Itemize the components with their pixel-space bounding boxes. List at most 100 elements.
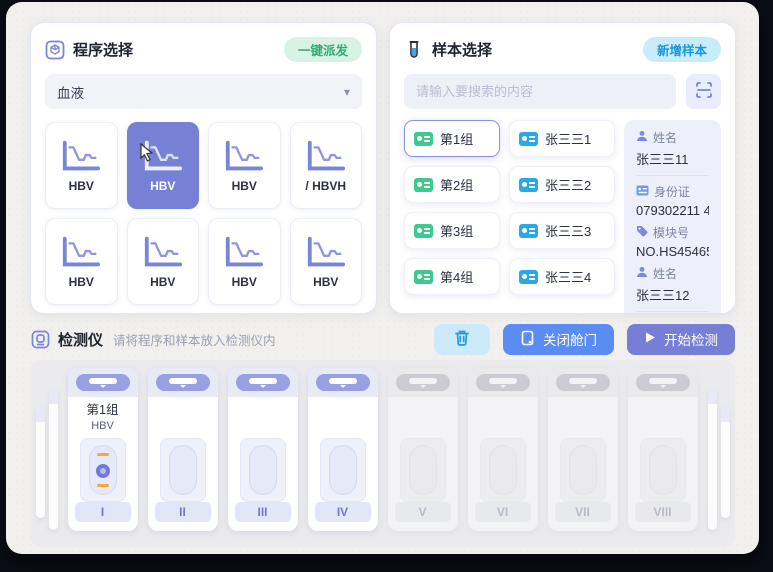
slot-body: III (228, 397, 298, 531)
test-tube-icon (404, 40, 424, 60)
slot-numeral: I (74, 502, 131, 522)
slot-drawer[interactable] (467, 368, 538, 397)
program-card[interactable]: / HBVH (289, 122, 362, 209)
start-detect-button[interactable]: 开始检测 (627, 323, 735, 355)
sample-item-group[interactable]: 第3组 (404, 212, 500, 249)
thermal-profile-icon (307, 140, 345, 171)
program-card[interactable]: HBV (126, 218, 199, 305)
slot-body: V (388, 397, 458, 531)
slot-drawer[interactable] (67, 368, 138, 397)
sample-item-person[interactable]: 张三三4 (509, 258, 615, 295)
person-icon (636, 130, 648, 145)
program-label: HBV (313, 275, 339, 289)
sample-item-group[interactable]: 第1组 (404, 120, 500, 157)
scan-button[interactable] (686, 74, 721, 109)
search-input[interactable] (404, 74, 676, 109)
slot-drawer[interactable] (627, 368, 698, 397)
search-row (404, 74, 721, 109)
person-icon (636, 266, 648, 281)
detector-slot[interactable]: II (147, 368, 218, 531)
program-card[interactable]: HBV (126, 122, 199, 209)
detail-field-label-row: 模块号 (636, 224, 709, 241)
sample-panel-header: 样本选择 新增样本 (404, 37, 721, 62)
detector-slot[interactable]: IV (307, 368, 378, 531)
slot-group-label: 第1组 (86, 403, 119, 417)
drawer-handle-icon (75, 374, 130, 391)
clear-button[interactable] (434, 323, 490, 355)
vial-icon (408, 445, 437, 495)
id-card-icon (414, 131, 433, 146)
category-select-value: 血液 (57, 85, 84, 101)
sample-item-label: 张三三4 (545, 270, 592, 285)
scan-icon (695, 81, 713, 102)
program-card[interactable]: HBV (289, 218, 362, 305)
sample-item-person[interactable]: 张三三2 (509, 166, 615, 203)
screen: 程序选择 一键派发 血液 ▾ HBV HBV HBV / HBVH HBV HB… (0, 0, 773, 572)
slot-drawer[interactable] (387, 368, 458, 397)
drawer-handle-icon (475, 374, 530, 391)
program-label: HBV (231, 275, 257, 289)
sample-item-person[interactable]: 张三三1 (509, 120, 615, 157)
close-door-button[interactable]: 关闭舱门 (503, 323, 614, 355)
detector-header: 检测仪 请将程序和样本放入检测仪内 关闭舱门 开始检测 (30, 322, 735, 356)
stacked-slot-edge (720, 406, 730, 518)
slot-drawer[interactable] (227, 368, 298, 397)
detector-slot: V (387, 368, 458, 531)
detector-slot[interactable]: 第1组 HBV I (67, 368, 138, 531)
id-card-icon (414, 269, 433, 284)
slot-drawer[interactable] (547, 368, 618, 397)
sample-item-person[interactable]: 张三三3 (509, 212, 615, 249)
cartridge-bay (239, 438, 286, 502)
person-list: 张三三1 张三三2 张三三3 张三三4 (509, 120, 615, 313)
thermal-profile-icon (63, 140, 101, 171)
sample-item-group[interactable]: 第2组 (404, 166, 500, 203)
sample-item-group[interactable]: 第4组 (404, 258, 500, 295)
sample-item-label: 第1组 (440, 132, 474, 147)
cube-icon (45, 40, 65, 60)
vial-icon (88, 445, 117, 495)
divider (636, 311, 709, 312)
cartridge-bay (639, 438, 686, 502)
program-label: / HBVH (305, 179, 347, 193)
detail-field: 姓名 张三三11 (636, 129, 709, 168)
close-door-label: 关闭舱门 (543, 333, 597, 348)
sample-detail-card: 姓名 张三三11 身份证 079302211 4223444222 模块号 NO… (624, 120, 721, 313)
cartridge-bay (559, 438, 606, 502)
detector-icon (30, 329, 50, 349)
sample-item-label: 张三三1 (545, 132, 592, 147)
slot-drawer[interactable] (307, 368, 378, 397)
detector-slot: VII (547, 368, 618, 531)
sample-body: 第1组 第2组 第3组 第4组 张三三1 张三三2 张三三3 张三三4 姓名 张… (404, 120, 721, 313)
id-card-icon (519, 177, 538, 192)
thermal-profile-icon (226, 140, 264, 171)
vial-icon (568, 445, 597, 495)
add-sample-button[interactable]: 新增样本 (642, 37, 721, 62)
detail-field: 姓名 张三三12 (636, 265, 709, 304)
sample-item-label: 第3组 (440, 224, 474, 239)
vial-dot (95, 464, 110, 478)
program-card[interactable]: HBV (45, 122, 118, 209)
dispatch-button[interactable]: 一键派发 (283, 37, 362, 62)
program-card[interactable]: HBV (208, 122, 281, 209)
stacked-slot-edge (35, 406, 45, 518)
program-panel-title: 程序选择 (73, 42, 134, 59)
play-icon (644, 331, 656, 347)
program-card[interactable]: HBV (45, 218, 118, 305)
slot-drawer[interactable] (147, 368, 218, 397)
category-select[interactable]: 血液 ▾ (45, 74, 362, 109)
detector-slot: VI (467, 368, 538, 531)
id-card-icon (519, 269, 538, 284)
detector-slot: VIII (627, 368, 698, 531)
detail-field-value: 张三三12 (636, 288, 690, 303)
detector-area: 第1组 HBV I II III IV V VI VII VIII (30, 360, 735, 547)
program-card[interactable]: HBV (208, 218, 281, 305)
id-card-icon (519, 131, 538, 146)
sample-panel: 样本选择 新增样本 第1组 第2组 第3组 第4组 张 (389, 22, 736, 314)
detail-field: 身份证 079302211 4223444222 (636, 183, 709, 218)
group-list: 第1组 第2组 第3组 第4组 (404, 120, 500, 313)
slot-numeral: III (234, 502, 291, 522)
sample-item-label: 张三三2 (545, 178, 592, 193)
detector-slot[interactable]: III (227, 368, 298, 531)
program-label: HBV (150, 275, 176, 289)
slot-body: II (148, 397, 218, 531)
